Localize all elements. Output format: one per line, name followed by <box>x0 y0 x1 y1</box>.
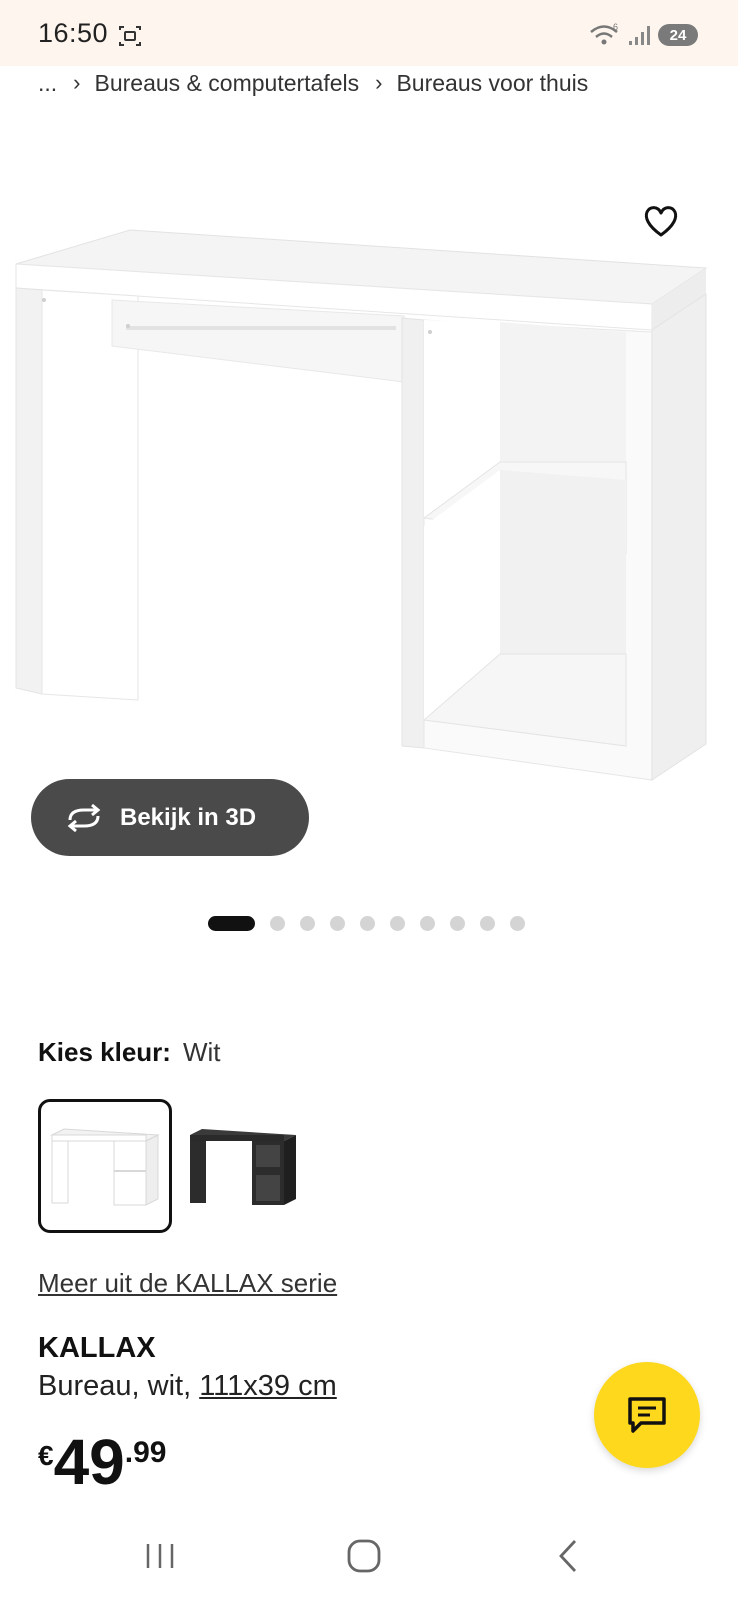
chat-icon <box>628 1397 666 1433</box>
battery-icon: 24 <box>658 24 698 46</box>
product-name: KALLAX <box>38 1332 156 1364</box>
back-button[interactable] <box>538 1534 598 1578</box>
recent-apps-icon <box>146 1544 174 1568</box>
carousel-dot[interactable] <box>390 916 405 931</box>
screen-record-icon <box>119 26 141 46</box>
color-swatch-black[interactable] <box>176 1099 310 1233</box>
breadcrumb: ... › Bureaus & computertafels › Bureaus… <box>38 66 588 100</box>
color-value: Wit <box>182 1037 221 1067</box>
status-icons: 6 24 <box>588 22 698 48</box>
heart-icon <box>644 206 678 237</box>
breadcrumb-ellipsis[interactable]: ... <box>38 70 57 97</box>
price-integer: 49 <box>53 1426 125 1498</box>
carousel-dot-active[interactable] <box>208 916 255 931</box>
carousel-dot[interactable] <box>450 916 465 931</box>
status-time: 16:50 <box>38 18 109 48</box>
signal-icon <box>629 26 650 45</box>
color-swatch-white[interactable] <box>38 1099 172 1233</box>
status-bar: 16:50 6 24 <box>0 0 738 66</box>
rotate-3d-icon <box>67 803 101 832</box>
favorite-button[interactable] <box>638 198 684 244</box>
view-3d-label: Bekijk in 3D <box>120 803 257 831</box>
view-3d-button[interactable]: Bekijk in 3D <box>31 779 309 856</box>
color-selector-label: Kies kleur: Wit <box>38 1037 221 1068</box>
chevron-right-icon: › <box>73 70 81 95</box>
product-image[interactable] <box>0 160 738 810</box>
price-decimal: .99 <box>124 1436 167 1469</box>
carousel-dot[interactable] <box>330 916 345 931</box>
carousel-dot[interactable] <box>480 916 495 931</box>
carousel-dot[interactable] <box>420 916 435 931</box>
breadcrumb-item-home-desks[interactable]: Bureaus voor thuis <box>396 70 588 97</box>
home-button[interactable] <box>334 1534 394 1578</box>
desk-white-thumbnail <box>50 1128 160 1206</box>
carousel-dot[interactable] <box>510 916 525 931</box>
dimensions-link[interactable]: 111x39 cm <box>199 1370 337 1402</box>
carousel-dot[interactable] <box>300 916 315 931</box>
breadcrumb-item-desks[interactable]: Bureaus & computertafels <box>95 70 360 97</box>
navigation-bar <box>0 1512 738 1600</box>
home-icon <box>347 1539 381 1573</box>
chevron-right-icon: › <box>375 70 383 95</box>
desk-black-thumbnail <box>190 1129 296 1205</box>
carousel-dot[interactable] <box>360 916 375 931</box>
back-icon <box>559 1540 577 1572</box>
wifi-icon: 6 <box>590 22 618 45</box>
chat-button[interactable] <box>594 1362 700 1468</box>
series-link[interactable]: Meer uit de KALLAX serie <box>38 1268 337 1299</box>
carousel-dot[interactable] <box>270 916 285 931</box>
product-description-text: Bureau, wit, <box>38 1370 192 1402</box>
carousel-dots <box>208 916 525 931</box>
product-description: Bureau, wit, 111x39 cm <box>38 1370 337 1403</box>
color-label: Kies kleur: <box>38 1037 171 1067</box>
svg-text:6: 6 <box>613 22 618 32</box>
recent-apps-button[interactable] <box>130 1534 190 1578</box>
price: € 49 .99 <box>38 1430 166 1494</box>
price-currency: € <box>38 1440 54 1471</box>
